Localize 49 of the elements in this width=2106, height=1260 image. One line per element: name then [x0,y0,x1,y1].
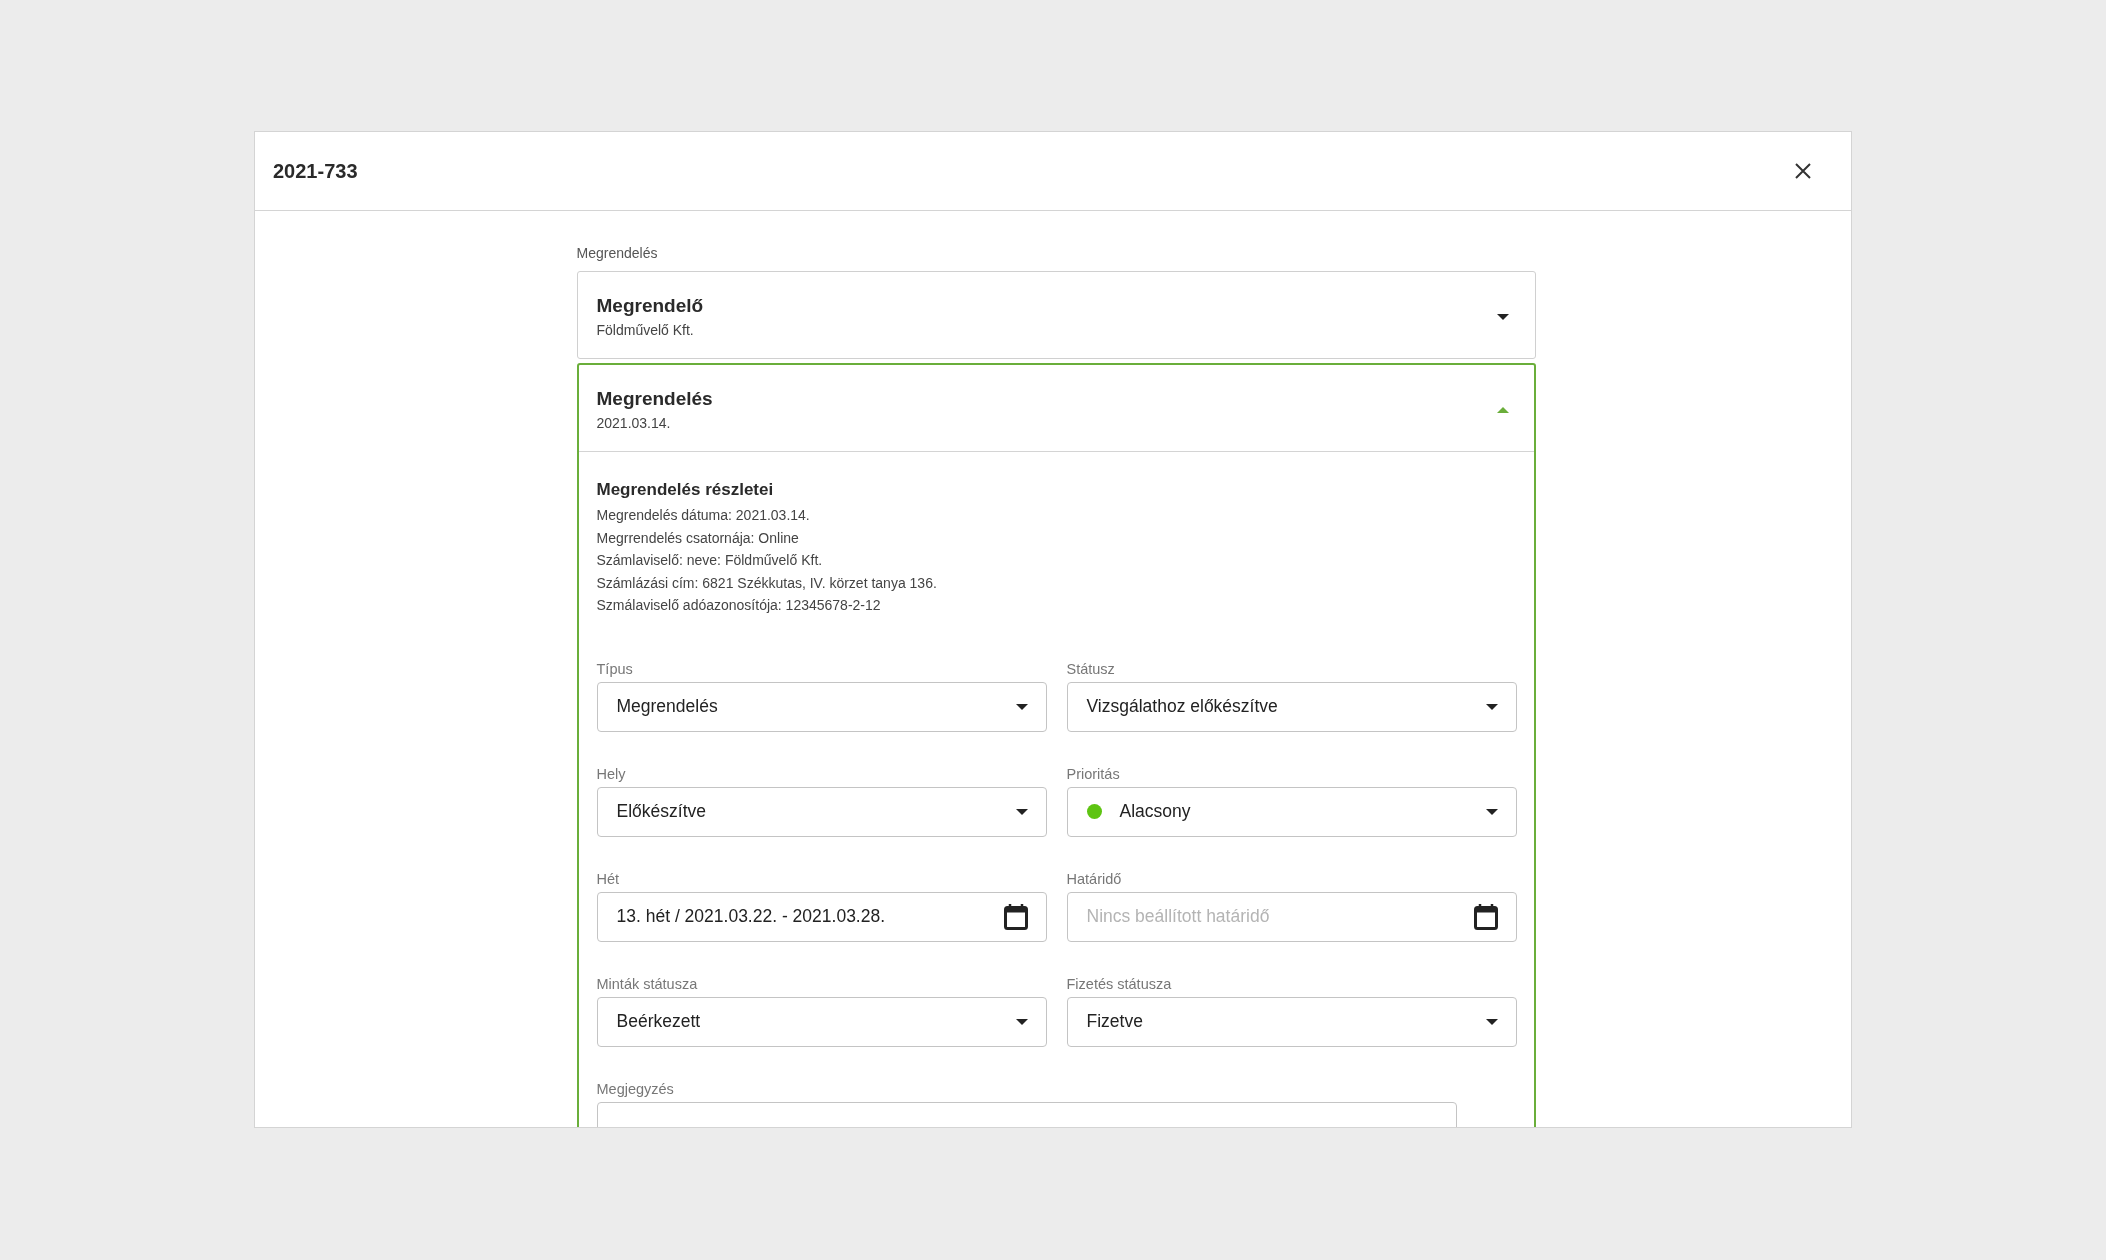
caret-icon [1015,1018,1028,1025]
caret-icon [1496,406,1509,413]
details-line: Szmálaviselő adóazonosítója: 12345678-2-12 [596,596,882,615]
field-label: Megjegyzés [596,1080,675,1097]
field-label: Hely [596,765,627,782]
section-label: Megrendelés [576,245,659,261]
panel-title: Megrendelés [596,388,713,410]
field-value: Vizsgálathoz előkészítve [1086,696,1279,717]
field-value: Fizetve [1086,1011,1144,1032]
field-label: Típus [596,660,634,677]
dropdown-field[interactable]: Alacsony [1066,786,1517,837]
caret-icon [1015,808,1028,815]
details-line: Megrrendelés csatornája: Online [596,528,800,548]
details-line: Megrendelés dátuma: 2021.03.14. [596,506,811,525]
panel-title: Megrendelő [596,295,704,317]
field-label: Hét [596,870,621,887]
field-value: Előkészítve [616,801,707,822]
details-line: Számlaviselő: neve: Földművelő Kft. [596,551,824,570]
close-icon [1795,163,1811,179]
date-field[interactable]: 13. hét / 2021.03.22. - 2021.03.28. [596,891,1047,942]
dropdown-field[interactable]: Megrendelés [596,681,1047,732]
details-line: Számlázási cím: 6821 Székkutas, IV. körzet tanya 136. [596,573,938,593]
calendar-icon [1473,903,1498,930]
field-label: Minták státusza [596,975,699,992]
field-label: Prioritás [1066,765,1121,782]
panel-subtitle: Földművelő Kft. [596,322,695,338]
calendar-icon [1003,903,1028,930]
field-placeholder: Nincs beállított határidő [1086,906,1271,927]
field-label: Fizetés státusza [1066,975,1173,992]
accordion-header[interactable]: Megrendelő Földművelő Kft. [577,272,1535,358]
field-label: Határidő [1066,870,1123,887]
panel-subtitle: 2021.03.14. [596,415,672,431]
details-heading: Megrendelés részletei [596,480,775,500]
caret-icon [1485,808,1498,815]
dropdown-field[interactable]: Vizsgálathoz előkészítve [1066,681,1517,732]
field-label: Státusz [1066,660,1116,677]
field-value: Megrendelés [616,696,719,717]
caret-icon [1485,1018,1498,1025]
field-value: 13. hét / 2021.03.22. - 2021.03.28. [616,906,887,927]
caret-icon [1015,703,1028,710]
dialog-title: 2021-733 [273,159,358,183]
field-value: Beérkezett [616,1011,702,1032]
dropdown-field[interactable]: Fizetve [1066,996,1517,1047]
dropdown-field[interactable]: Beérkezett [596,996,1047,1047]
accordion-header[interactable]: Megrendelés 2021.03.14. [578,365,1534,452]
dropdown-field[interactable]: Előkészítve [596,786,1047,837]
caret-icon [1496,313,1509,320]
caret-icon [1485,703,1498,710]
field-value: Alacsony [1119,801,1192,822]
